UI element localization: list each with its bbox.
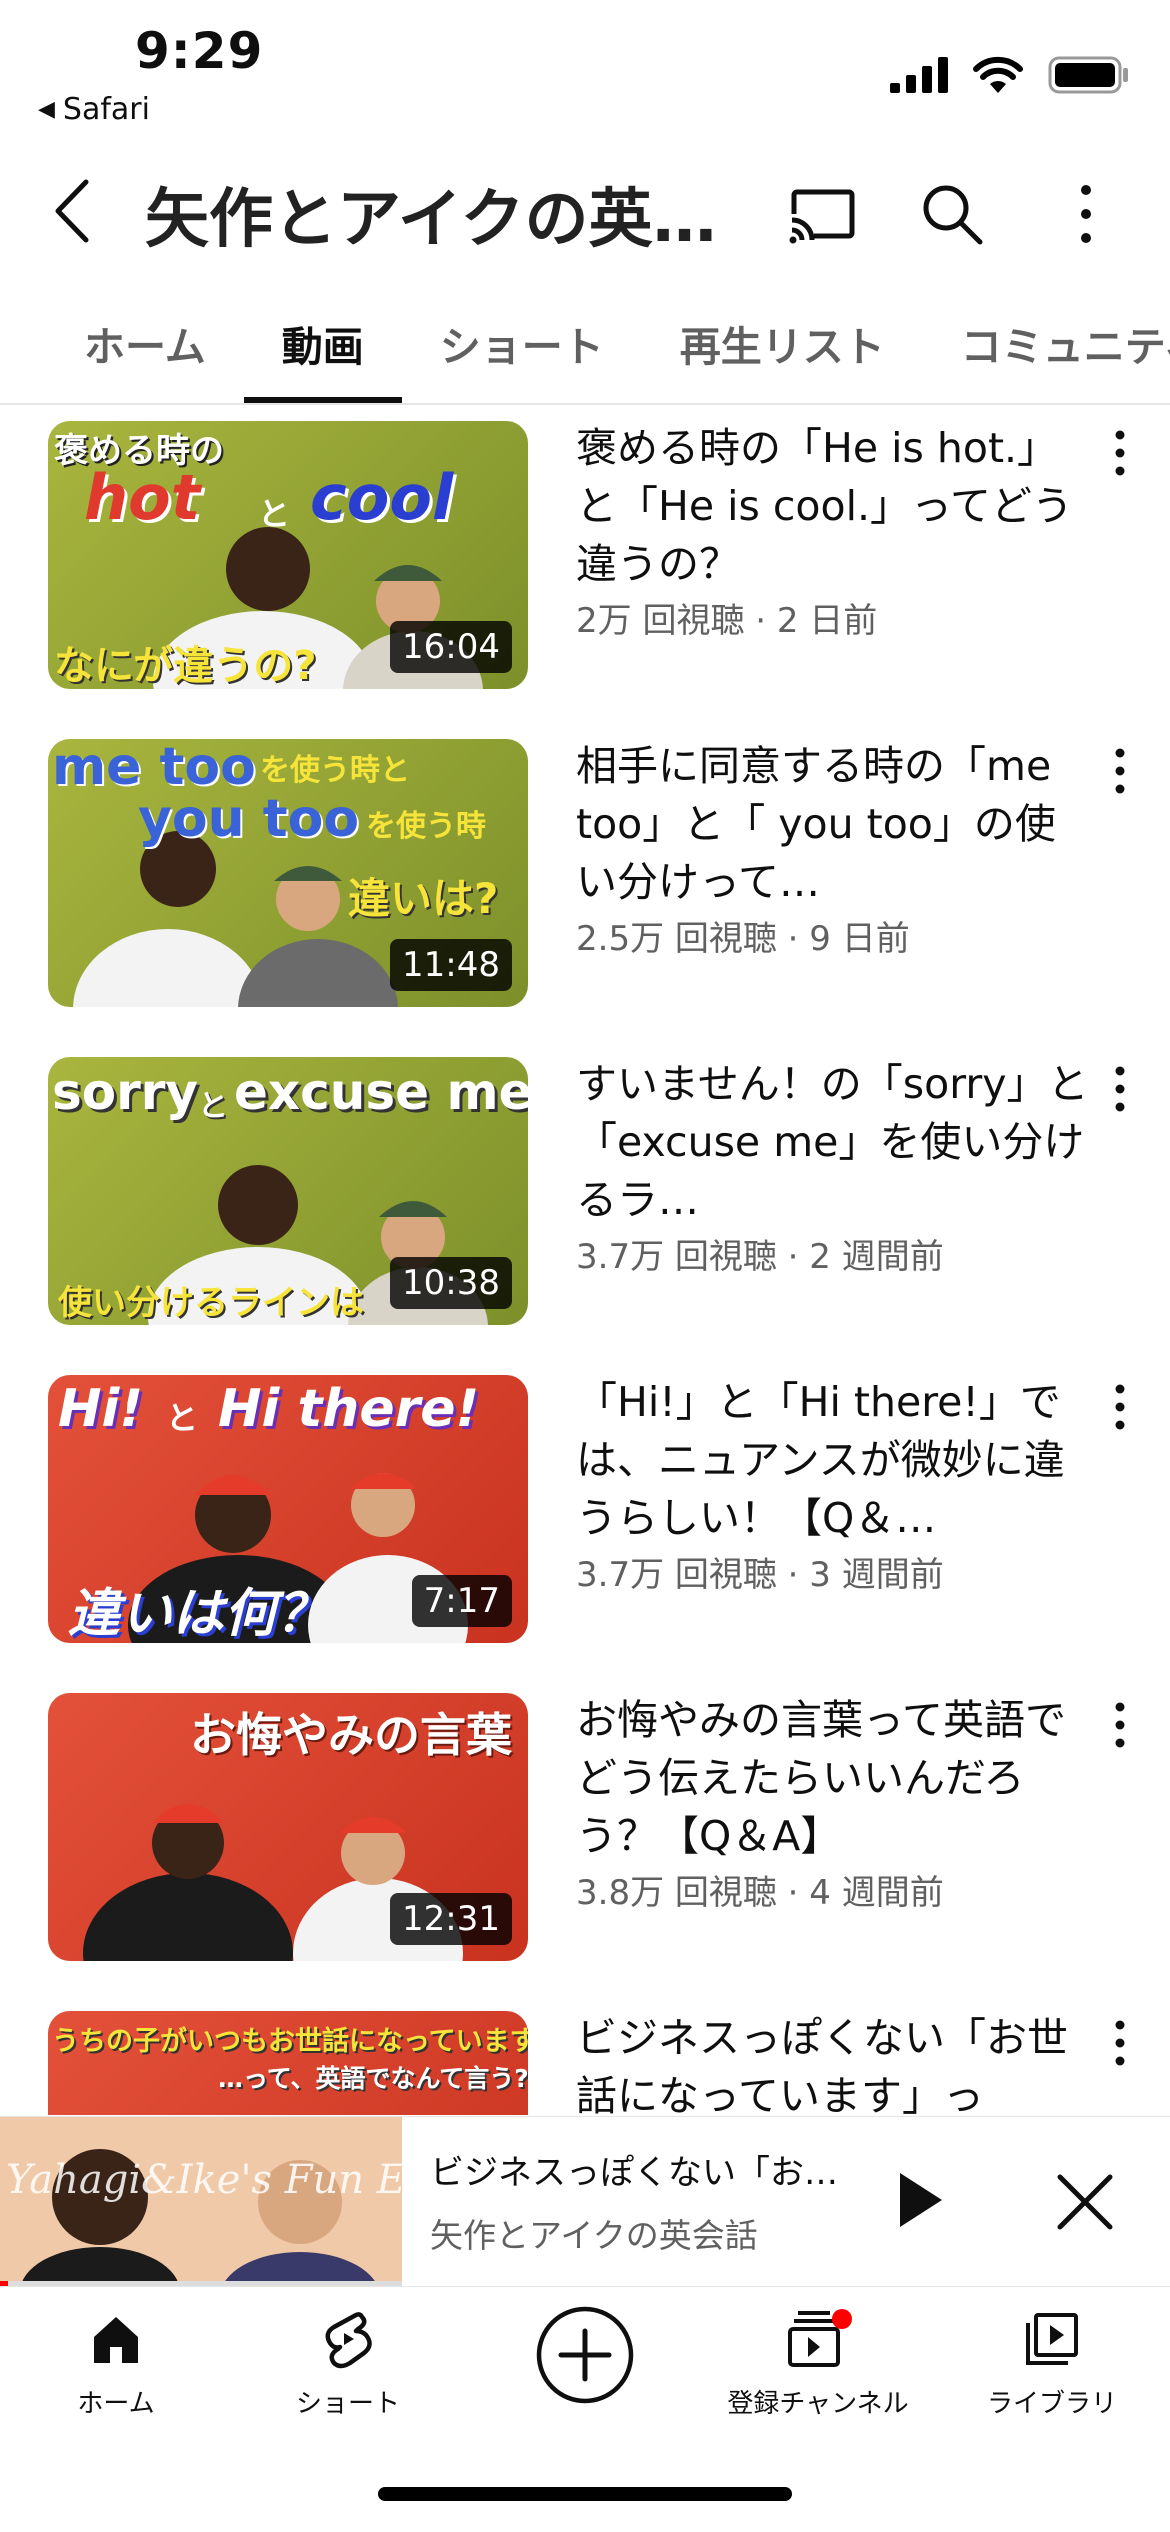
video-item[interactable]: お悔やみの言葉 12:31 お悔やみの言葉って英語でどう伝えたらいいんだろう？【… xyxy=(0,1677,1170,1977)
thumbnail-caption: 使い分けるラインは xyxy=(58,1283,364,1323)
nav-subscriptions-label: 登録チャンネル xyxy=(727,2389,909,2419)
thumbnail-caption: hot xyxy=(84,461,201,534)
mini-player-watermark: Yahagi&Ike's Fun English xyxy=(6,2157,402,2203)
video-duration: 7:17 xyxy=(411,1575,512,1627)
video-item[interactable]: 褒める時の hot と cool なにが違うの? 16:04 褒める時の「He … xyxy=(0,405,1170,705)
nav-shorts-label: ショート xyxy=(295,2389,400,2419)
close-icon[interactable] xyxy=(1050,2167,1120,2237)
home-icon xyxy=(94,2317,138,2363)
video-thumbnail[interactable]: Hi! と Hi there! 違いは何？ 7:17 xyxy=(48,1375,528,1643)
nav-library[interactable]: ライブラリ xyxy=(942,2309,1162,2420)
video-title[interactable]: すいません！の「sorry」と「excuse me」を使い分けるラ… xyxy=(576,1055,1096,1229)
search-icon[interactable] xyxy=(916,178,988,250)
subscriptions-icon xyxy=(788,2309,852,2367)
nav-home-label: ホーム xyxy=(77,2389,155,2419)
mini-player[interactable]: Yahagi&Ike's Fun English ビジネスっぽくない「お… 矢作… xyxy=(0,2116,1170,2287)
thumbnail-caption: Hi! xyxy=(58,1379,144,1439)
shorts-icon xyxy=(325,2312,372,2369)
video-thumbnail[interactable]: お悔やみの言葉 12:31 xyxy=(48,1693,528,1961)
thumbnail-caption: 違いは? xyxy=(348,874,499,923)
cast-icon[interactable] xyxy=(786,178,858,250)
video-more-icon[interactable] xyxy=(1100,743,1140,803)
nav-library-label: ライブラリ xyxy=(986,2389,1117,2419)
status-time: 9:29 xyxy=(135,22,264,80)
home-indicator xyxy=(378,2487,792,2501)
back-to-safari[interactable]: ◀ Safari xyxy=(38,92,150,127)
wifi-icon xyxy=(973,56,1023,93)
video-item[interactable]: Hi! と Hi there! 違いは何？ 7:17 「Hi!」と「Hi the… xyxy=(0,1359,1170,1659)
channel-header: 矢作とアイクの英… xyxy=(0,140,1170,270)
back-chevron-icon[interactable] xyxy=(48,176,98,246)
video-meta: 3.7万 回視聴 · 3 週間前 xyxy=(576,1555,944,1595)
tab-videos[interactable]: 動画 xyxy=(243,295,402,403)
thumbnail-caption: …って、英語でなんて言う? xyxy=(218,2064,528,2093)
battery-icon xyxy=(1048,56,1128,94)
mini-player-channel: 矢作とアイクの英会話 xyxy=(430,2216,758,2255)
video-title[interactable]: ビジネスっぽくない「お世話になっています」っ xyxy=(576,2009,1096,2115)
tab-community[interactable]: コミュニティ xyxy=(923,295,1170,403)
thumbnail-caption: cool xyxy=(310,461,454,534)
video-more-icon[interactable] xyxy=(1100,1697,1140,1757)
video-more-icon[interactable] xyxy=(1100,1061,1140,1121)
video-meta: 2.5万 回視聴 · 9 日前 xyxy=(576,919,910,959)
nav-subscriptions[interactable]: 登録チャンネル xyxy=(708,2309,928,2420)
bottom-navigation: ホーム ショート 登録チャンネル ライブラリ xyxy=(0,2286,1170,2532)
video-thumbnail[interactable]: うちの子がいつもお世話になっています …って、英語でなんて言う? xyxy=(48,2011,528,2115)
thumbnail-caption: を使う時 xyxy=(366,809,486,844)
mini-player-thumbnail[interactable]: Yahagi&Ike's Fun English xyxy=(0,2117,402,2287)
video-thumbnail[interactable]: 褒める時の hot と cool なにが違うの? 16:04 xyxy=(48,421,528,689)
video-list: 褒める時の hot と cool なにが違うの? 16:04 褒める時の「He … xyxy=(0,405,1170,2115)
status-icons xyxy=(890,55,1130,95)
video-item[interactable]: me too を使う時と you too を使う時 違いは? 11:48 相手に… xyxy=(0,723,1170,1023)
tab-shorts[interactable]: ショート xyxy=(402,295,642,403)
back-app-label: Safari xyxy=(62,92,150,127)
library-icon xyxy=(1026,2313,1078,2365)
thumbnail-caption: と xyxy=(166,1399,199,1437)
video-item[interactable]: うちの子がいつもお世話になっています …って、英語でなんて言う? ビジネスっぽく… xyxy=(0,1995,1170,2115)
tab-home[interactable]: ホーム xyxy=(0,295,244,403)
thumbnail-caption: sorry xyxy=(52,1063,199,1121)
thumbnail-caption: と xyxy=(258,495,291,533)
tab-playlists[interactable]: 再生リスト xyxy=(642,295,923,403)
channel-tabs: ホーム 動画 ショート 再生リスト コミュニティ xyxy=(0,295,1170,405)
thumbnail-caption: なにが違うの? xyxy=(54,643,317,689)
video-more-icon[interactable] xyxy=(1100,1379,1140,1439)
video-duration: 10:38 xyxy=(390,1257,512,1309)
create-icon xyxy=(536,2306,634,2404)
mini-player-title[interactable]: ビジネスっぽくない「お… xyxy=(430,2145,840,2194)
thumbnail-caption: お悔やみの言葉 xyxy=(190,1708,512,1762)
video-item[interactable]: sorry と excuse me 使い分けるラインは 10:38 すいません！… xyxy=(0,1041,1170,1341)
more-options-icon[interactable] xyxy=(1050,178,1122,250)
thumbnail-caption: 違いは何？ xyxy=(68,1584,329,1643)
thumbnail-caption: you too xyxy=(138,789,360,849)
nav-home[interactable]: ホーム xyxy=(6,2309,226,2420)
thumbnail-caption: Hi there! xyxy=(218,1379,480,1439)
status-bar: 9:29 ◀ Safari xyxy=(0,0,1170,140)
video-thumbnail[interactable]: me too を使う時と you too を使う時 違いは? 11:48 xyxy=(48,739,528,1007)
video-more-icon[interactable] xyxy=(1100,425,1140,485)
video-meta: 2万 回視聴 · 2 日前 xyxy=(576,601,878,641)
video-meta: 3.8万 回視聴 · 4 週間前 xyxy=(576,1873,944,1913)
thumbnail-caption: うちの子がいつもお世話になっています xyxy=(52,2026,528,2057)
thumbnail-caption: と xyxy=(198,1089,228,1124)
nav-create[interactable] xyxy=(475,2305,695,2405)
video-title[interactable]: 褒める時の「He is hot.」と「He is cool.」ってどう違うの？ xyxy=(576,419,1096,593)
nav-shorts[interactable]: ショート xyxy=(238,2309,458,2420)
video-thumbnail[interactable]: sorry と excuse me 使い分けるラインは 10:38 xyxy=(48,1057,528,1325)
thumbnail-caption: excuse me xyxy=(234,1063,528,1121)
video-title[interactable]: お悔やみの言葉って英語でどう伝えたらいいんだろう？【Q＆A】 xyxy=(576,1691,1096,1865)
video-meta: 3.7万 回視聴 · 2 週間前 xyxy=(576,1237,944,1277)
video-title[interactable]: 相手に同意する時の「me too」と「 you too」の使い分けって… xyxy=(576,737,1096,911)
thumbnail-caption: を使う時と xyxy=(260,753,410,788)
channel-title: 矢作とアイクの英… xyxy=(145,183,717,257)
back-triangle-icon: ◀ xyxy=(38,97,55,122)
video-duration: 11:48 xyxy=(390,939,512,991)
play-icon[interactable] xyxy=(890,2165,950,2235)
video-more-icon[interactable] xyxy=(1100,2015,1140,2075)
video-duration: 16:04 xyxy=(390,621,512,673)
cellular-signal-icon xyxy=(890,57,948,93)
video-title[interactable]: 「Hi!」と「Hi there!」では、ニュアンスが微妙に違うらしい！【Q＆… xyxy=(576,1373,1096,1547)
video-duration: 12:31 xyxy=(390,1893,512,1945)
